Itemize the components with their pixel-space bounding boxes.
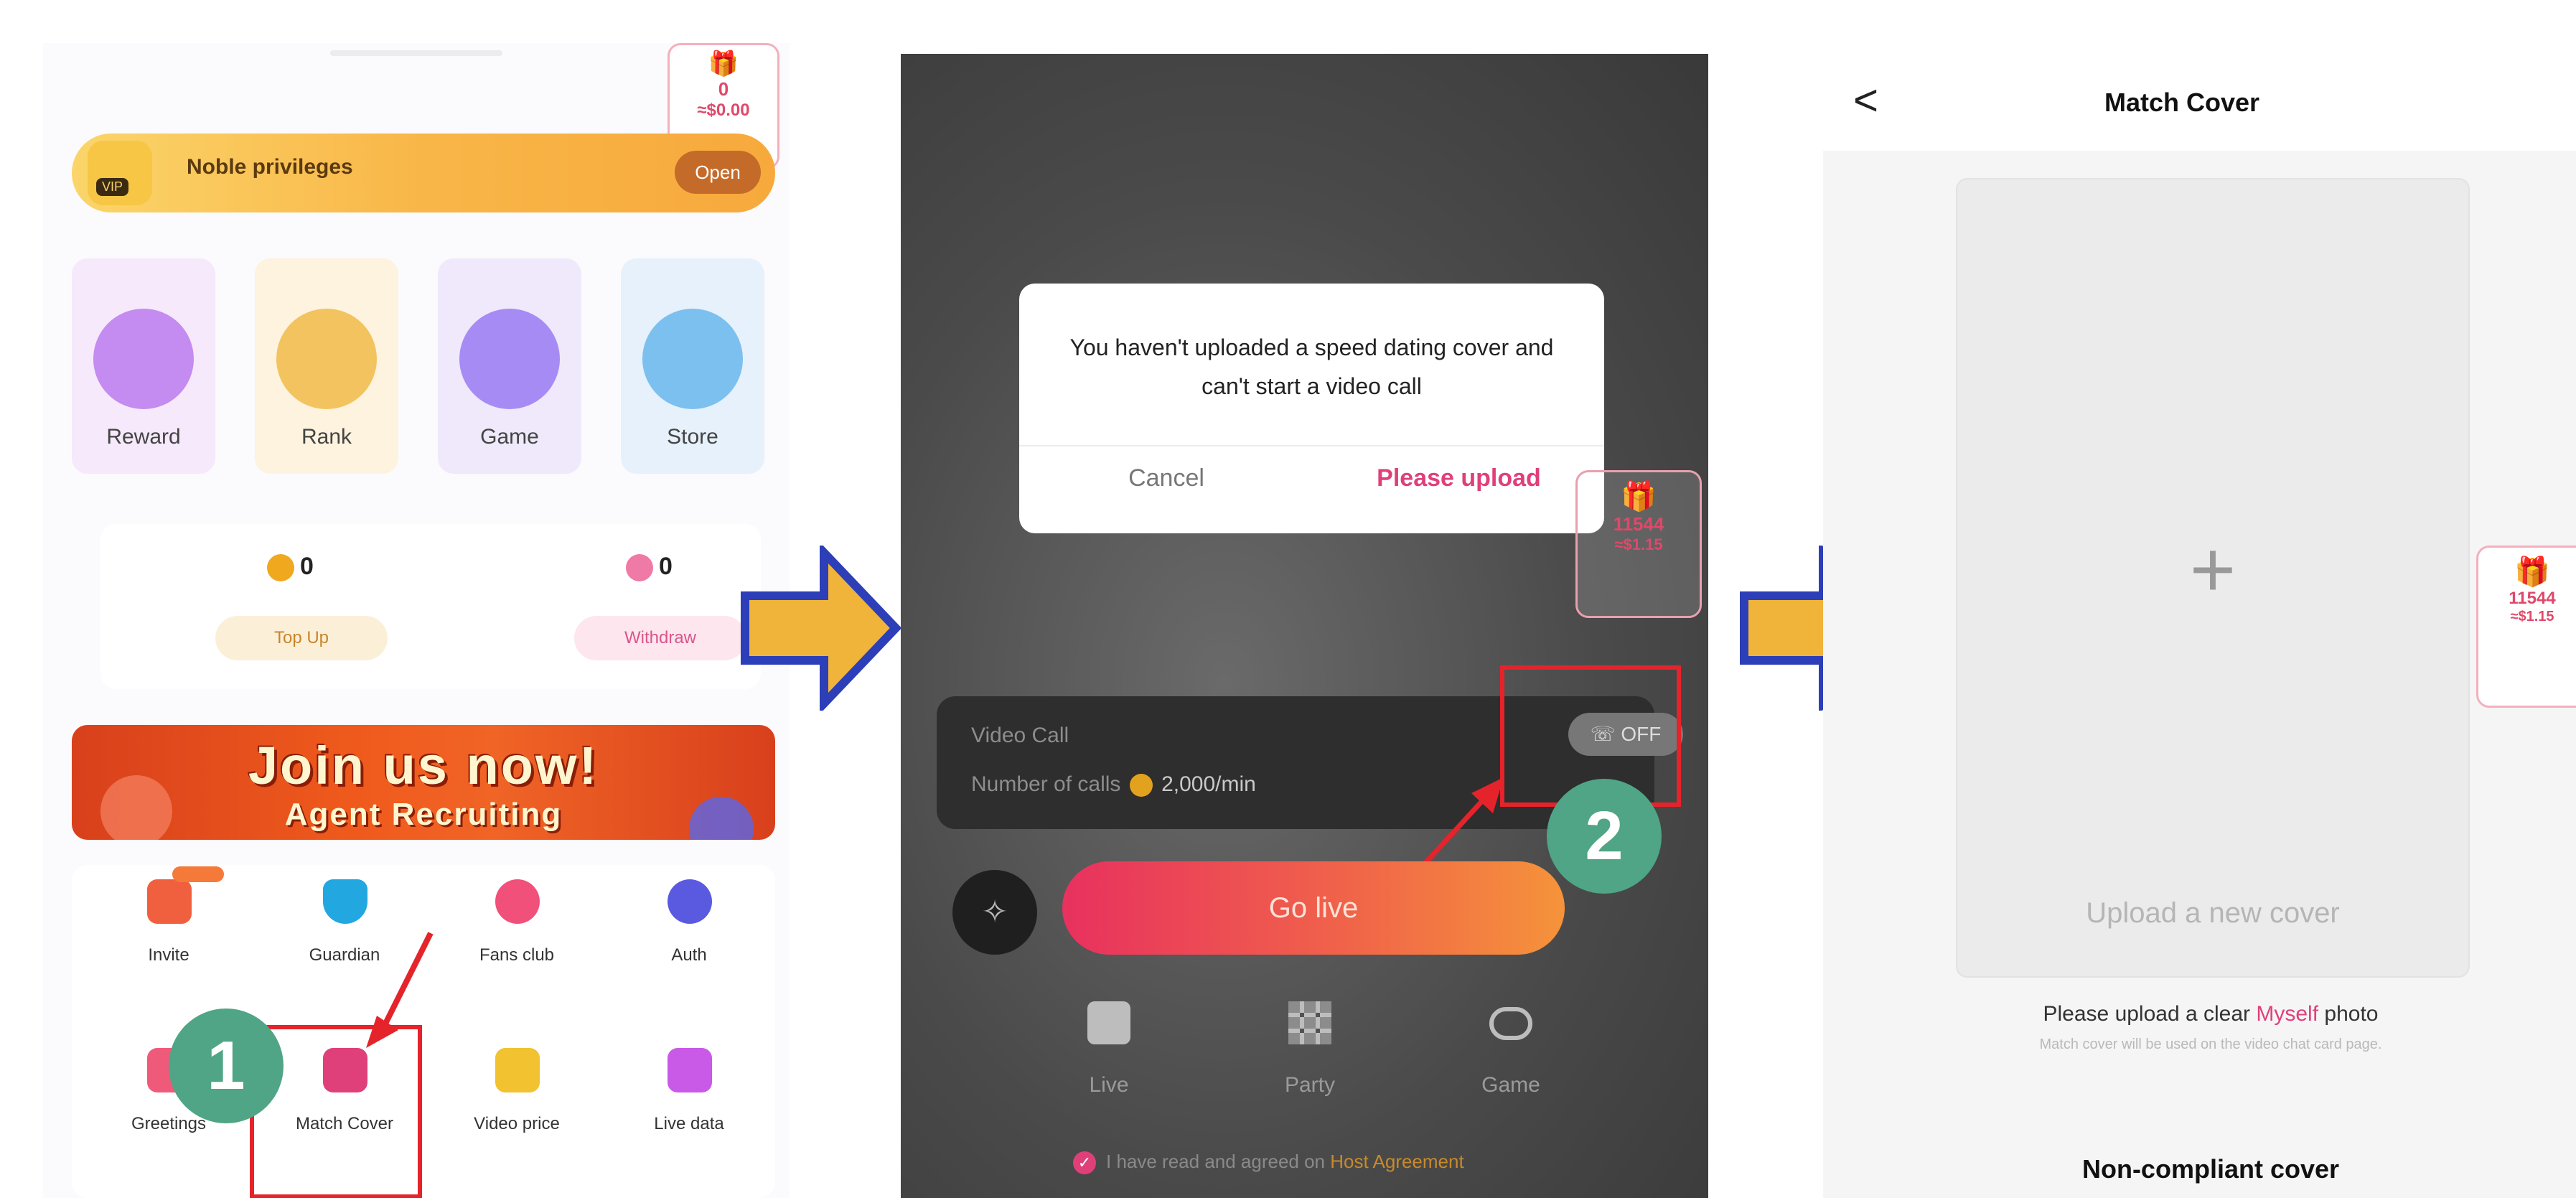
gift-icon: [147, 879, 192, 924]
tile-game[interactable]: Game: [438, 258, 581, 474]
diamond-icon: [626, 554, 653, 581]
flow-arrow: [741, 546, 902, 711]
mode-party[interactable]: Party: [1252, 1001, 1367, 1116]
gift-icon: 🎁: [708, 50, 739, 78]
withdraw-button[interactable]: Withdraw: [574, 616, 746, 660]
vip-tag: VIP: [96, 178, 129, 196]
gift-value: ≈$1.15: [1614, 535, 1663, 553]
chart-icon: [668, 1048, 712, 1092]
tile-reward[interactable]: Reward: [72, 258, 215, 474]
gift-count: 11544: [2509, 589, 2556, 608]
grid-icon: [1288, 1001, 1331, 1044]
gift-count: 0: [718, 78, 729, 100]
noble-open-button[interactable]: Open: [675, 151, 761, 194]
profile-screen: 🎁 0 ≈$0.00 VIP Noble privileges Open Rew…: [43, 43, 790, 1198]
grid-item-video-price[interactable]: Video price: [434, 1034, 599, 1163]
tile-label: Store: [667, 425, 718, 449]
gamepad-icon: [1489, 1007, 1532, 1040]
upload-new-cover-label: Upload a new cover: [2086, 897, 2340, 929]
upload-required-dialog: You haven't uploaded a speed dating cove…: [1019, 284, 1604, 533]
wallet-card: 0 Top Up 0 Withdraw: [100, 524, 761, 689]
topup-amount: 0: [300, 553, 314, 580]
tv-icon: [1087, 1001, 1130, 1044]
mode-live[interactable]: Live: [1052, 1001, 1166, 1116]
grid-label: Invite: [148, 945, 189, 965]
match-cover-screen: < Match Cover + Upload a new cover Pleas…: [1823, 43, 2576, 1198]
crown-icon: [276, 309, 377, 409]
nav-bar: < Match Cover: [1823, 43, 2576, 151]
grid-label: Video price: [474, 1114, 560, 1133]
store-icon: [642, 309, 743, 409]
shield-icon: [323, 879, 367, 924]
cancel-button[interactable]: Cancel: [1019, 464, 1313, 492]
page-title: Match Cover: [2104, 88, 2260, 117]
dialog-message: You haven't uploaded a speed dating cove…: [1069, 334, 1554, 399]
hint-suffix: photo: [2318, 1002, 2379, 1026]
grid-label: Live data: [654, 1114, 724, 1133]
gift-icon: 🎁: [1621, 481, 1657, 513]
photo-sub-hint: Match cover will be used on the video ch…: [2039, 1036, 2382, 1052]
calls-rate: Number of calls 2,000/min: [971, 772, 1256, 797]
go-live-screen: You haven't uploaded a speed dating cove…: [901, 54, 1708, 1198]
topup-button[interactable]: Top Up: [215, 616, 388, 660]
dialog-divider: [1019, 445, 1604, 446]
banner-headline: Join us now!: [248, 736, 599, 795]
gift-value: ≈$0.00: [697, 100, 750, 120]
checkbox-icon[interactable]: ✓: [1073, 1151, 1096, 1175]
party-popper-icon: [93, 309, 194, 409]
grid-label: Fans club: [479, 945, 555, 965]
gift-icon: 🎁: [2514, 556, 2550, 588]
game-icon: [459, 309, 560, 409]
gift-count: 11544: [1613, 513, 1664, 535]
withdraw-amount: 0: [659, 553, 673, 580]
mode-label: Live: [1089, 1073, 1129, 1097]
step-marker-2: 2: [1547, 779, 1662, 894]
verified-icon: [668, 879, 712, 924]
tile-label: Game: [480, 425, 539, 449]
coin-icon: [267, 554, 294, 581]
agent-recruiting-banner[interactable]: Join us now! Agent Recruiting: [72, 725, 775, 840]
photo-hint: Please upload a clear Myself photo: [1823, 1002, 2576, 1026]
video-call-title: Video Call: [971, 724, 1069, 747]
host-agreement-link[interactable]: Host Agreement: [1330, 1151, 1463, 1172]
pointer-arrow: [366, 932, 434, 1048]
agreement-text: I have read and agreed on: [1106, 1151, 1326, 1172]
hint-prefix: Please upload a clear: [2043, 1002, 2257, 1026]
go-live-button[interactable]: Go live: [1062, 861, 1565, 955]
wand-icon: ✧: [981, 894, 1008, 930]
noble-label: Noble privileges: [187, 155, 353, 179]
banner-subline: Agent Recruiting: [284, 797, 563, 832]
status-bar-remnant: [330, 50, 502, 56]
tile-store[interactable]: Store: [621, 258, 764, 474]
grid-item-live-data[interactable]: Live data: [606, 1034, 772, 1163]
calls-label: Number of calls: [971, 772, 1121, 796]
new-badge: [172, 866, 224, 882]
tile-rank[interactable]: Rank: [255, 258, 398, 474]
grid-item-invite[interactable]: Invite: [86, 865, 251, 994]
agreement-row[interactable]: ✓ I have read and agreed on Host Agreemen…: [1073, 1151, 1464, 1175]
step-marker-1: 1: [169, 1009, 284, 1123]
mode-game[interactable]: Game: [1453, 1001, 1568, 1116]
hearts-icon: [495, 879, 540, 924]
mode-label: Party: [1284, 1073, 1336, 1097]
hint-highlight: Myself: [2256, 1002, 2319, 1026]
grid-item-fans-club[interactable]: Fans club: [434, 865, 599, 994]
noble-privileges-banner[interactable]: VIP Noble privileges Open: [72, 134, 775, 212]
upload-cover-area[interactable]: + Upload a new cover: [1956, 178, 2470, 978]
please-upload-button[interactable]: Please upload: [1313, 464, 1604, 492]
grid-item-auth[interactable]: Auth: [606, 865, 772, 994]
gift-badge[interactable]: 🎁 11544 ≈$1.15: [1575, 470, 1702, 618]
calls-value: 2,000/min: [1161, 772, 1256, 796]
beauty-filter-button[interactable]: ✧: [952, 870, 1037, 955]
gift-value: ≈$1.15: [2510, 609, 2554, 624]
wallet-icon: [495, 1048, 540, 1092]
gift-badge[interactable]: 🎁 11544 ≈$1.15: [2476, 546, 2576, 708]
grid-label: Auth: [671, 945, 707, 965]
tile-label: Rank: [301, 425, 352, 449]
mode-label: Game: [1481, 1073, 1540, 1097]
plus-icon: +: [2189, 525, 2237, 614]
non-compliant-heading: Non-compliant cover: [2081, 1154, 2340, 1184]
coin-icon: [1129, 774, 1153, 797]
tile-label: Reward: [106, 425, 181, 449]
